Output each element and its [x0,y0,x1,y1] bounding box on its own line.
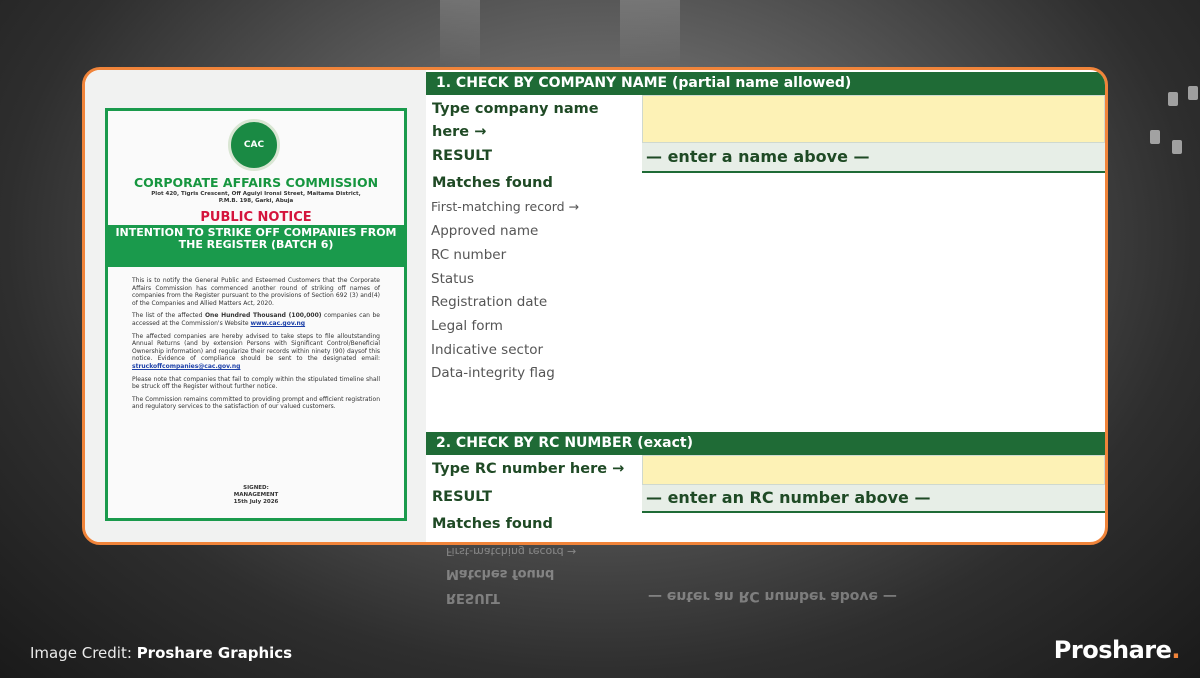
notice-address: Plot 420, Tigris Crescent, Off Aguiyi Ir… [151,191,361,204]
notice-body: This is to notify the General Public and… [132,277,380,416]
notice-text: The affected companies are hereby advise… [132,332,380,363]
background-light-streak [620,0,680,70]
rc-number-input-label: Type RC number here → [432,461,625,477]
lookup-pane: 1. CHECK BY COMPANY NAME (partial name a… [426,70,1105,542]
proshare-logo: Proshare. [1053,636,1181,664]
brand-dot: . [1171,636,1180,664]
email-link[interactable]: struckoffcompanies@cac.gov.ng [132,363,240,370]
cac-seal-icon: CAC [228,119,280,171]
notice-paragraph: Please note that companies that fail to … [132,375,380,391]
notice-paragraph: The Commission remains committed to prov… [132,395,380,411]
reflection-result-label: RESULT [446,590,500,605]
approved-name-label: Approved name [431,223,539,239]
notice-headline: INTENTION TO STRIKE OFF COMPANIES FROM T… [108,225,404,267]
matches-found-label: Matches found [432,516,553,532]
status-label: Status [431,271,475,287]
rc-number-label: RC number [431,247,507,263]
public-notice-document: CAC CORPORATE AFFAIRS COMMISSION Plot 42… [105,108,407,521]
legal-form-label: Legal form [431,318,503,334]
result-label: RESULT [432,489,493,505]
image-credit: Image Credit: Proshare Graphics [30,644,292,662]
label-line: here → [432,124,487,140]
signed-label: SIGNED: [243,485,269,491]
notice-count: One Hundred Thousand (100,000) [204,312,322,320]
first-matching-record-label: First-matching record → [431,199,580,214]
label-line: Type company name [432,101,599,117]
notice-signature: SIGNED: MANAGEMENT 15th July 2026 [108,485,404,506]
credit-name: Proshare Graphics [136,644,293,662]
matches-found-label: Matches found [432,175,553,191]
section-2-header: 2. CHECK BY RC NUMBER (exact) [426,432,1105,455]
notice-date: 15th July 2026 [233,499,279,505]
brand-name: Proshare [1053,636,1172,664]
rc-number-result: — enter an RC number above — [642,485,1105,513]
registration-date-label: Registration date [431,294,548,310]
section-1-header: 1. CHECK BY COMPANY NAME (partial name a… [426,72,1105,95]
notice-paragraph: This is to notify the General Public and… [132,277,380,307]
company-name-input[interactable] [642,95,1105,143]
rc-number-input[interactable] [642,455,1105,485]
website-link[interactable]: www.cac.gov.ng [250,320,305,327]
notice-paragraph: The affected companies are hereby advise… [132,333,380,371]
notice-text: The list of the affected [132,312,205,320]
indicative-sector-label: Indicative sector [431,342,544,358]
reflection-fields-label: First-matching record → [446,545,577,558]
company-name-result: — enter a name above — [642,143,1105,173]
signer-name: MANAGEMENT [233,492,279,498]
notice-org-name: CORPORATE AFFAIRS COMMISSION [133,175,379,190]
credit-prefix: Image Credit: [30,644,137,662]
result-label: RESULT [432,148,493,164]
notice-pane: CAC CORPORATE AFFAIRS COMMISSION Plot 42… [85,70,426,542]
data-integrity-flag-label: Data-integrity flag [431,365,555,381]
reflection-result-value: — enter an RC number above — [648,588,897,604]
company-name-input-label: Type company name here → [432,98,599,144]
notice-paragraph: The list of the affected One Hundred Tho… [132,312,380,327]
main-panel: CAC CORPORATE AFFAIRS COMMISSION Plot 42… [82,67,1108,545]
public-notice-title: PUBLIC NOTICE [200,210,312,225]
background-light-streak [440,0,480,70]
seal-text: CAC [243,140,265,150]
reflection-matches-label: Matches found [446,566,555,581]
